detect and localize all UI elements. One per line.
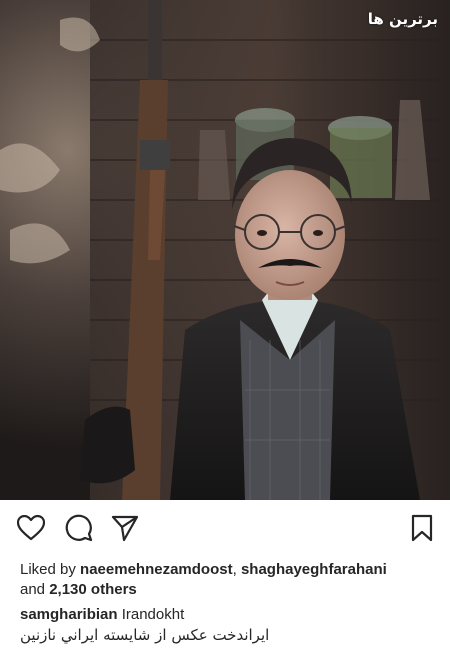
likes-prefix: Liked by <box>20 561 76 578</box>
caption: samgharibian Irandokht ايراندخت عكس از ش… <box>20 605 438 645</box>
caption-rtl-text: ايراندخت عكس از شايسته ايراني نازنين <box>20 626 270 644</box>
photo-scene <box>0 0 450 500</box>
liker-username-2[interactable]: shaghayeghfarahani <box>241 561 387 578</box>
send-icon[interactable] <box>109 512 141 544</box>
post-photo[interactable]: برترین ها <box>0 0 450 500</box>
likes-and: and <box>20 581 46 598</box>
watermark-text: برترین ها <box>367 10 438 28</box>
caption-username[interactable]: samgharibian <box>20 606 118 623</box>
action-bar <box>0 512 450 548</box>
liker-username-1[interactable]: naeemehnezamdoost <box>80 561 233 578</box>
likes-separator: , <box>232 561 237 578</box>
likes-others-count[interactable]: 2,130 others <box>49 581 137 598</box>
caption-text: Irandokht <box>121 606 185 623</box>
watermark-logo: برترین ها <box>368 10 438 28</box>
heart-icon[interactable] <box>15 512 47 544</box>
likes-summary: Liked by naeemehnezamdoost, shaghayeghfa… <box>20 560 438 600</box>
comment-icon[interactable] <box>63 512 95 544</box>
bookmark-icon[interactable] <box>406 512 438 544</box>
